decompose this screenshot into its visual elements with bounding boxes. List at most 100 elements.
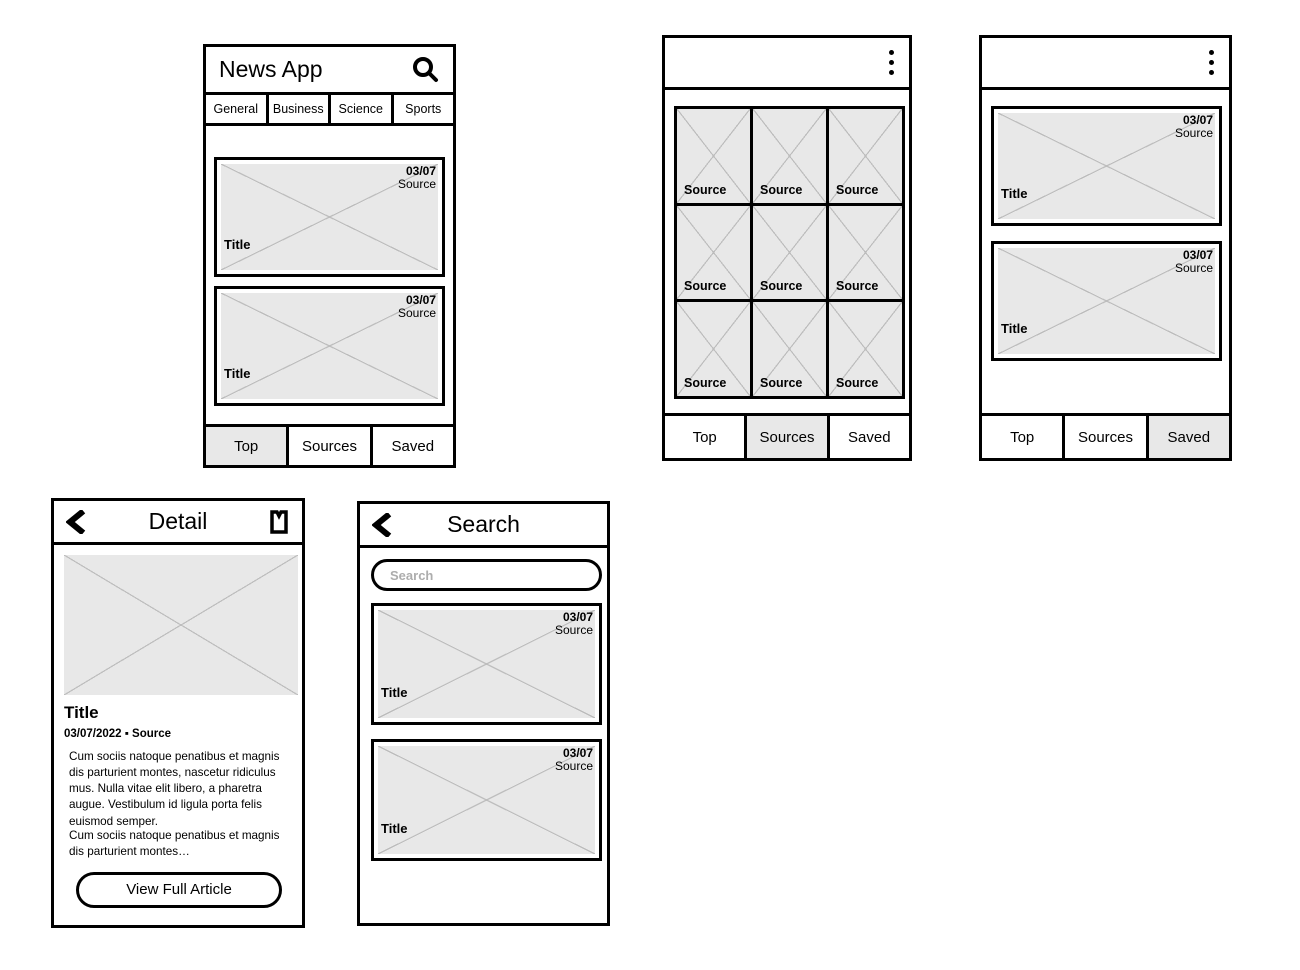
screen-sources: Source Source Source Source Source Sourc…	[662, 35, 912, 461]
category-tab-business[interactable]: Business	[269, 95, 331, 123]
bottom-nav-item-saved[interactable]: Saved	[1148, 416, 1229, 458]
bottom-nav: Top Sources Saved	[979, 413, 1232, 461]
source-cell[interactable]: Source	[677, 109, 750, 203]
bottom-nav-label: Saved	[391, 437, 435, 455]
category-tab-label: Science	[338, 102, 383, 116]
detail-paragraph: Cum sociis natoque penatibus et magnis d…	[69, 750, 280, 828]
bottom-nav: Top Sources Saved	[662, 413, 912, 461]
bottom-nav-item-sources[interactable]: Sources	[747, 416, 830, 458]
category-tab-label: Business	[272, 102, 324, 116]
source-cell[interactable]: Source	[829, 205, 902, 300]
detail-article-title: Title	[64, 703, 99, 722]
category-tab-label: General	[213, 102, 258, 116]
detail-paragraph: Cum sociis natoque penatibus et magnis d…	[69, 829, 280, 859]
search-result-card[interactable]: 03/07 Source Title	[371, 739, 602, 861]
article-title: Title	[224, 366, 251, 381]
source-cell[interactable]: Source	[677, 302, 750, 396]
source-label: Source	[836, 279, 879, 294]
bottom-nav-item-top[interactable]: Top	[206, 427, 290, 465]
bottom-nav-label: Saved	[848, 428, 891, 446]
view-full-article-label: View Full Article	[126, 881, 232, 898]
screen-search: Search Search 03/07 Source Title 03/07 S…	[357, 501, 610, 926]
bottom-nav-label: Sources	[301, 437, 357, 455]
bottom-nav-item-saved[interactable]: Saved	[372, 427, 453, 465]
article-card[interactable]: 03/07 Source Title	[214, 286, 445, 406]
article-date: 03/07	[562, 746, 593, 760]
article-source: Source	[397, 306, 436, 321]
bottom-nav-item-saved[interactable]: Saved	[829, 416, 909, 458]
screen-detail: Detail Title 03/07/2022 ▪ Source Cum soc…	[51, 498, 305, 928]
search-result-card[interactable]: 03/07 Source Title	[371, 603, 602, 725]
detail-title: Detail	[148, 508, 208, 534]
kebab-dot	[1209, 70, 1214, 75]
category-tab-label: Sports	[405, 102, 442, 116]
article-title: Title	[381, 685, 408, 700]
screen-top-headlines: News App General Business Science Sports	[203, 44, 456, 468]
search-header: Search	[360, 504, 607, 548]
source-cell[interactable]: Source	[677, 205, 750, 300]
bottom-nav-label: Sources	[759, 428, 815, 446]
article-meta: 03/07 Source	[554, 610, 593, 638]
article-source: Source	[554, 759, 593, 774]
saved-article-card[interactable]: 03/07 Source Title	[991, 106, 1222, 226]
screen-saved: 03/07 Source Title 03/07 Source Title To…	[979, 35, 1232, 461]
article-date: 03/07	[405, 293, 436, 307]
article-source: Source	[554, 623, 593, 638]
kebab-dot	[889, 50, 894, 55]
kebab-menu-icon[interactable]	[889, 50, 894, 75]
detail-hero-image	[64, 555, 298, 695]
saved-article-card[interactable]: 03/07 Source Title	[991, 241, 1222, 361]
article-title: Title	[1001, 321, 1028, 336]
bottom-nav-item-top[interactable]: Top	[665, 416, 748, 458]
source-cell[interactable]: Source	[753, 109, 826, 203]
article-meta: 03/07 Source	[397, 293, 436, 321]
kebab-menu-icon[interactable]	[1209, 50, 1214, 75]
source-label: Source	[836, 375, 879, 390]
bottom-nav-label: Top	[1010, 428, 1035, 446]
bottom-nav-label: Sources	[1077, 428, 1133, 446]
category-tab-general[interactable]: General	[206, 95, 269, 123]
category-tab-sports[interactable]: Sports	[394, 95, 454, 123]
source-cell[interactable]: Source	[753, 205, 826, 300]
source-cell[interactable]: Source	[829, 109, 902, 203]
kebab-dot	[1209, 60, 1214, 65]
search-input-placeholder: Search	[390, 567, 434, 583]
bottom-nav-label: Top	[692, 428, 717, 446]
source-cell[interactable]: Source	[829, 302, 902, 396]
source-label: Source	[760, 182, 803, 197]
bookmark-icon[interactable]	[270, 509, 290, 534]
bottom-nav-item-top[interactable]: Top	[982, 416, 1066, 458]
view-full-article-button[interactable]: View Full Article	[76, 872, 282, 908]
app-header: News App	[206, 47, 453, 95]
app-header	[982, 38, 1229, 90]
bottom-nav-label: Top	[234, 437, 259, 455]
article-meta: 03/07 Source	[398, 164, 436, 192]
category-tab-science[interactable]: Science	[331, 95, 394, 123]
bottom-nav-item-sources[interactable]: Sources	[289, 427, 373, 465]
source-label: Source	[760, 375, 803, 390]
article-title: Title	[381, 821, 408, 836]
article-source: Source	[1174, 261, 1213, 276]
article-source: Source	[1174, 126, 1213, 141]
app-header	[665, 38, 909, 90]
article-meta: 03/07 Source	[554, 746, 593, 774]
article-card[interactable]: 03/07 Source Title	[214, 157, 445, 277]
source-grid: Source Source Source Source Source Sourc…	[674, 106, 905, 399]
article-title: Title	[224, 237, 251, 252]
wireframe-canvas: News App General Business Science Sports	[0, 0, 1300, 970]
search-input[interactable]: Search	[371, 559, 602, 591]
source-cell[interactable]: Source	[753, 302, 826, 396]
article-title: Title	[1001, 186, 1028, 201]
kebab-dot	[889, 60, 894, 65]
search-icon[interactable]	[410, 55, 440, 85]
app-title: News App	[219, 56, 323, 82]
back-chevron-icon[interactable]	[372, 512, 394, 537]
article-date: 03/07	[562, 610, 593, 624]
bottom-nav-label: Saved	[1167, 428, 1211, 446]
bottom-nav: Top Sources Saved	[203, 424, 456, 468]
source-label: Source	[684, 375, 727, 390]
kebab-dot	[1209, 50, 1214, 55]
article-date: 03/07	[1182, 113, 1213, 127]
bottom-nav-item-sources[interactable]: Sources	[1065, 416, 1149, 458]
article-date: 03/07	[405, 164, 436, 178]
